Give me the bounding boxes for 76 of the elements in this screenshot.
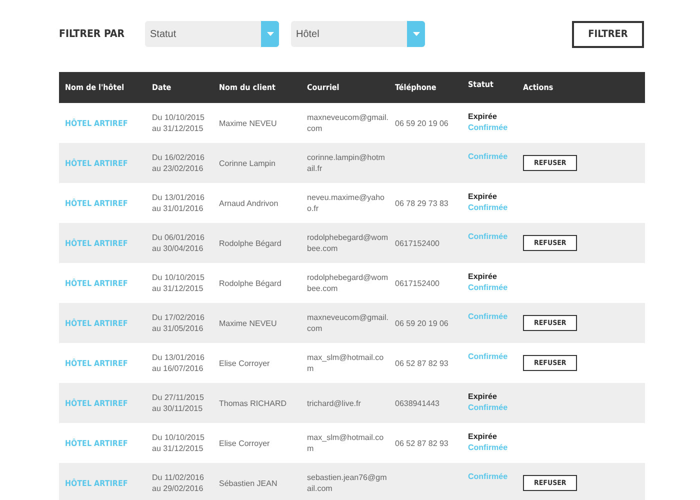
- client-name: Thomas RICHARD: [219, 398, 287, 408]
- status-label: Confirmée: [468, 202, 509, 213]
- client-name: Arnaud Andrivon: [219, 198, 278, 208]
- email-cell: maxneveucom@gmail.com: [307, 312, 389, 334]
- column-header: Nom de l'hôtel: [65, 83, 124, 92]
- hotel-link[interactable]: HÔTEL ARTIREF: [65, 358, 128, 368]
- email-cell: maxneveucom@gmail.com: [307, 112, 389, 134]
- email-cell-text: trichard@live.fr: [307, 398, 362, 408]
- email-cell-text: sebastien.jean76@gmail.com: [307, 472, 388, 494]
- status-label: Confirmée: [468, 122, 509, 133]
- status-label: Expirée: [468, 111, 498, 122]
- hotel-link[interactable]: HÔTEL ARTIREF: [65, 398, 128, 408]
- date-cell-text: Du 13/01/2016 au 31/01/2016: [152, 192, 206, 214]
- date-cell-text: Du 16/02/2016 au 23/02/2016: [152, 152, 206, 174]
- hotel-link[interactable]: HÔTEL ARTIREF: [65, 118, 128, 128]
- status-label: Expirée: [468, 191, 498, 202]
- phone-cell: 06 78 29 73 83: [395, 198, 448, 208]
- hotel-link[interactable]: HÔTEL ARTIREF: [65, 438, 128, 448]
- date-cell-text: Du 06/01/2016 au 30/04/2016: [152, 232, 206, 254]
- status-label: Confirmée: [468, 151, 509, 162]
- client-name: Maxime NEVEU: [219, 318, 277, 328]
- client-name: Corinne Lampin: [219, 158, 276, 168]
- column-header: Téléphone: [395, 83, 436, 92]
- email-cell-text: corinne.lampin@hotmail.fr: [307, 152, 386, 174]
- column-header: Courriel: [307, 83, 340, 92]
- status-label: Confirmée: [468, 311, 509, 322]
- email-cell-text: max_slm@hotmail.com: [307, 352, 385, 374]
- select-field[interactable]: Statut: [145, 21, 279, 47]
- date-cell-text: Du 11/02/2016 au 29/02/2016: [152, 472, 205, 494]
- phone-cell: 0638941443: [395, 398, 440, 408]
- phone-cell: 06 59 20 19 06: [395, 118, 448, 128]
- status-label: Confirmée: [468, 282, 509, 293]
- column-header: Statut: [468, 80, 494, 89]
- column-header: Date: [152, 83, 172, 92]
- date-cell-text: Du 17/02/2016 au 31/05/2016: [152, 312, 206, 334]
- phone-cell: 0617152400: [395, 278, 440, 288]
- caret-icon: [412, 32, 420, 36]
- status-label: Expirée: [468, 391, 498, 402]
- status-label: Confirmée: [468, 442, 509, 453]
- status-label: Confirmée: [468, 351, 509, 362]
- hotel-link[interactable]: HÔTEL ARTIREF: [65, 198, 128, 208]
- hotel-link[interactable]: HÔTEL ARTIREF: [65, 318, 128, 328]
- status-label: Confirmée: [468, 231, 509, 242]
- hotel-link[interactable]: HÔTEL ARTIREF: [65, 158, 128, 168]
- phone-cell: 06 52 87 82 93: [395, 358, 448, 368]
- phone-cell: 0617152400: [395, 238, 440, 248]
- column-header: Actions: [523, 83, 554, 92]
- date-cell-text: Du 27/11/2015 au 30/11/2015: [152, 392, 205, 414]
- hotel-link[interactable]: HÔTEL ARTIREF: [65, 238, 128, 248]
- status-label: Confirmée: [468, 402, 509, 413]
- date-cell-text: Du 10/10/2015 au 31/12/2015: [152, 112, 206, 134]
- select-field[interactable]: Hôtel: [291, 21, 425, 47]
- hotel-link[interactable]: HÔTEL ARTIREF: [65, 478, 128, 488]
- phone-cell: 06 52 87 82 93: [395, 438, 448, 448]
- phone-cell: 06 59 20 19 06: [395, 318, 448, 328]
- column-header: Nom du client: [219, 83, 276, 92]
- filter-label: FILTRER PAR: [59, 28, 126, 40]
- hotel-link[interactable]: HÔTEL ARTIREF: [65, 278, 128, 288]
- email-cell: rodolphebegard@wombee.com: [307, 272, 389, 294]
- client-name: Sébastien JEAN: [219, 478, 278, 488]
- client-name: Elise Corroyer: [219, 358, 270, 368]
- date-cell-text: Du 10/10/2015 au 31/12/2015: [152, 432, 206, 454]
- status-label: Expirée: [468, 431, 498, 442]
- email-cell-text: max_slm@hotmail.com: [307, 432, 385, 454]
- client-name: Maxime NEVEU: [219, 118, 277, 128]
- date-cell-text: Du 10/10/2015 au 31/12/2015: [152, 272, 206, 294]
- filter-button[interactable]: FILTRER: [572, 20, 644, 48]
- status-label: Expirée: [468, 271, 498, 282]
- email-cell: rodolphebegard@wombee.com: [307, 232, 389, 254]
- caret-icon: [266, 32, 274, 36]
- date-cell-text: Du 13/01/2016 au 16/07/2016: [152, 352, 206, 374]
- client-name: Rodolphe Bégard: [219, 238, 282, 248]
- client-name: Elise Corroyer: [219, 438, 270, 448]
- email-cell-text: neveu.maxime@yahoo.fr: [307, 192, 386, 214]
- status-label: Confirmée: [468, 471, 509, 482]
- client-name: Rodolphe Bégard: [219, 278, 282, 288]
